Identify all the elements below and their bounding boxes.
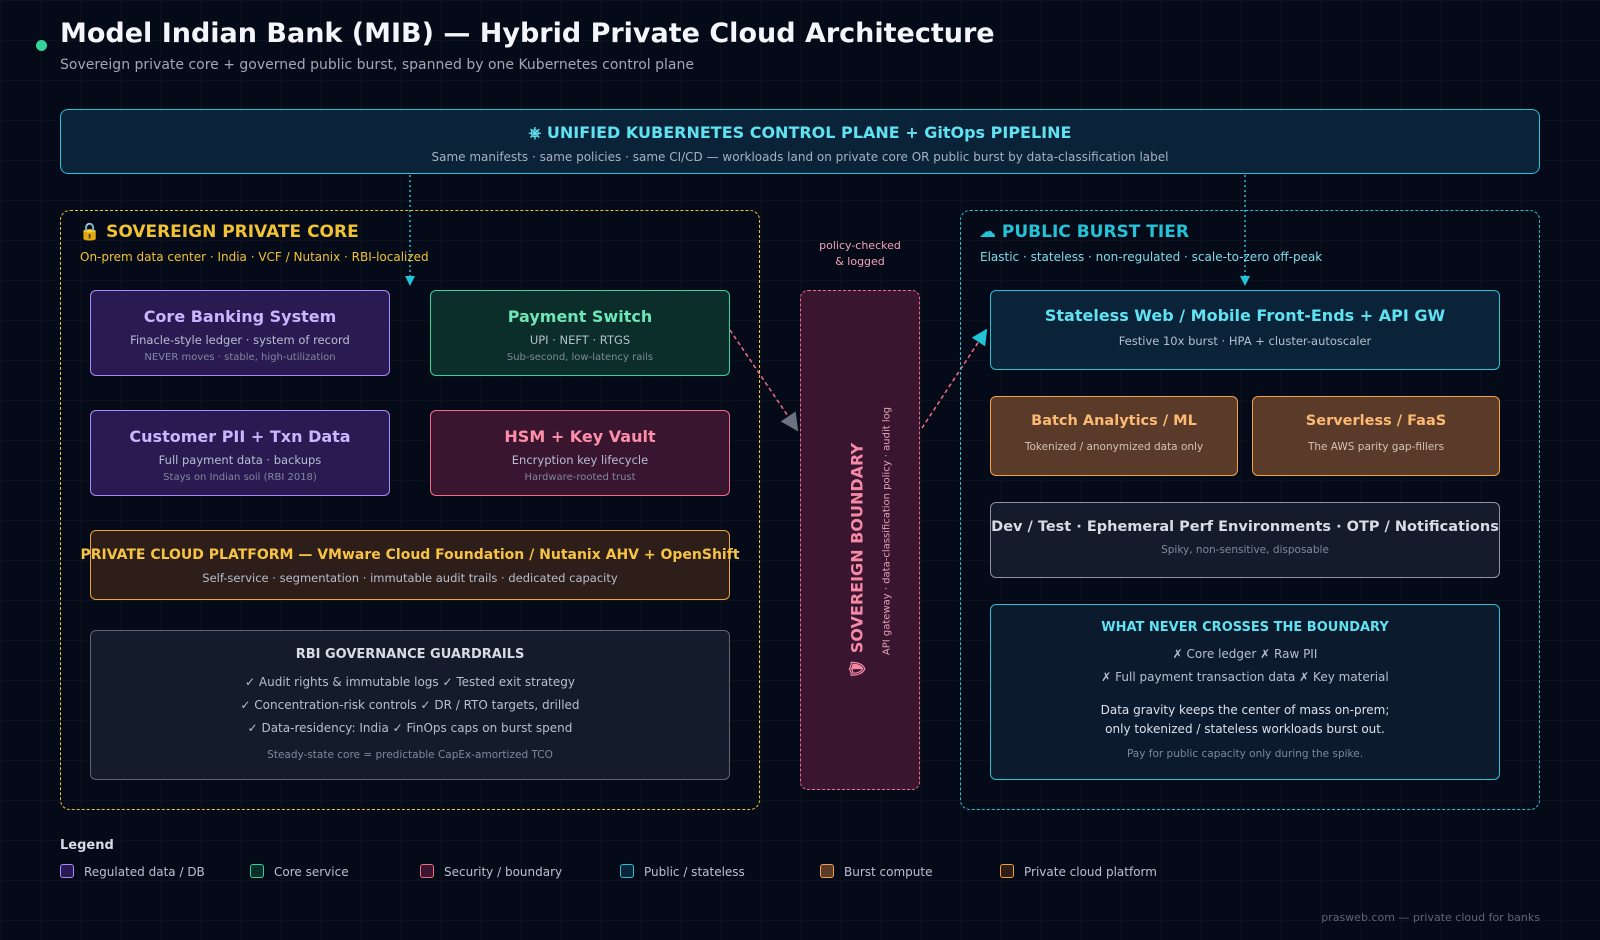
- core-banking-line1: Finacle-style ledger · system of record: [130, 333, 350, 347]
- legend-swatch-platform: [1000, 864, 1014, 878]
- never-cross-line3: Data gravity keeps the center of mass on…: [1100, 703, 1390, 717]
- page-subtitle: Sovereign private core + governed public…: [60, 57, 694, 73]
- control-plane-panel: ⎈ UNIFIED KUBERNETES CONTROL PLANE + Git…: [60, 109, 1540, 174]
- platform-title: PRIVATE CLOUD PLATFORM — VMware Cloud Fo…: [80, 547, 740, 563]
- devtest-title: Dev / Test · Ephemeral Perf Environments…: [991, 519, 1499, 535]
- payment-switch-box: Payment Switch UPI · NEFT · RTGS Sub-sec…: [430, 290, 730, 376]
- legend-swatch-regulated: [60, 864, 74, 878]
- serverless-title: Serverless / FaaS: [1305, 413, 1447, 429]
- control-plane-title: ⎈ UNIFIED KUBERNETES CONTROL PLANE + Git…: [528, 123, 1072, 142]
- hsm-key-vault-box: HSM + Key Vault Encryption key lifecycle…: [430, 410, 730, 496]
- never-cross-title: WHAT NEVER CROSSES THE BOUNDARY: [1101, 620, 1389, 635]
- governance-item: ✓ Data-residency: India ✓ FinOps caps on…: [247, 721, 573, 735]
- never-cross-line1: ✗ Core ledger ✗ Raw PII: [1172, 647, 1318, 661]
- boundary-subtitle: API gateway · data-classification policy…: [881, 406, 893, 656]
- never-cross-line4: only tokenized / stateless workloads bur…: [1105, 722, 1385, 736]
- batch-title: Batch Analytics / ML: [1031, 413, 1197, 429]
- serverless-line1: The AWS parity gap-fillers: [1307, 441, 1445, 453]
- serverless-faas-box: Serverless / FaaS The AWS parity gap-fil…: [1252, 396, 1500, 476]
- legend-label-platform: Private cloud platform: [1024, 865, 1157, 879]
- legend-title: Legend: [60, 838, 114, 853]
- core-banking-line2: NEVER moves · stable, high-utilization: [144, 352, 336, 363]
- governance-title: RBI GOVERNANCE GUARDRAILS: [295, 647, 525, 662]
- footer-credit: prasweb.com — private cloud for banks: [1321, 911, 1540, 924]
- rbi-governance-box: RBI GOVERNANCE GUARDRAILS ✓ Audit rights…: [90, 630, 730, 780]
- governance-item: ✓ Audit rights & immutable logs ✓ Tested…: [245, 675, 575, 689]
- legend-label-security: Security / boundary: [444, 865, 563, 879]
- batch-line1: Tokenized / anonymized data only: [1024, 441, 1204, 453]
- payment-switch-line1: UPI · NEFT · RTGS: [529, 333, 631, 347]
- platform-line1: Self-service · segmentation · immutable …: [202, 571, 618, 585]
- control-plane-subtitle: Same manifests · same policies · same CI…: [431, 150, 1169, 164]
- frontends-title: Stateless Web / Mobile Front-Ends + API …: [1044, 306, 1446, 325]
- sovereign-boundary-panel: 🛡 SOVEREIGN BOUNDARY API gateway · data-…: [800, 290, 920, 790]
- never-cross-line2: ✗ Full payment transaction data ✗ Key ma…: [1101, 670, 1389, 684]
- payment-switch-line2: Sub-second, low-latency rails: [506, 352, 654, 363]
- legend-label-regulated: Regulated data / DB: [84, 865, 205, 879]
- never-cross-footer: Pay for public capacity only during the …: [1126, 748, 1364, 760]
- page-title: Model Indian Bank (MIB) — Hybrid Private…: [60, 18, 995, 49]
- boundary-title: 🛡 SOVEREIGN BOUNDARY: [847, 442, 867, 680]
- hsm-line1: Encryption key lifecycle: [511, 453, 649, 467]
- private-core-title: 🔒 SOVEREIGN PRIVATE CORE: [79, 222, 359, 242]
- core-banking-title: Core Banking System: [143, 307, 337, 326]
- legend-label-public: Public / stateless: [644, 865, 745, 879]
- legend-swatch-security: [420, 864, 434, 878]
- never-crosses-boundary-box: WHAT NEVER CROSSES THE BOUNDARY ✗ Core l…: [990, 604, 1500, 780]
- policy-checked-label: policy-checked: [819, 239, 901, 252]
- legend-label-burst: Burst compute: [844, 865, 933, 879]
- customer-pii-title: Customer PII + Txn Data: [129, 427, 351, 446]
- private-core-subtitle: On-prem data center · India · VCF / Nuta…: [80, 250, 429, 264]
- public-tier-subtitle: Elastic · stateless · non-regulated · sc…: [980, 250, 1323, 264]
- public-tier-title: ☁ PUBLIC BURST TIER: [979, 222, 1189, 242]
- hsm-line2: Hardware-rooted trust: [524, 472, 636, 483]
- frontends-line1: Festive 10x burst · HPA + cluster-autosc…: [1118, 334, 1372, 348]
- customer-pii-line2: Stays on Indian soil (RBI 2018): [163, 472, 317, 483]
- legend-swatch-burst: [820, 864, 834, 878]
- batch-analytics-box: Batch Analytics / ML Tokenized / anonymi…: [990, 396, 1238, 476]
- payment-switch-title: Payment Switch: [507, 307, 653, 326]
- private-cloud-platform-box: PRIVATE CLOUD PLATFORM — VMware Cloud Fo…: [80, 530, 740, 600]
- customer-pii-line1: Full payment data · backups: [158, 453, 322, 467]
- legend-label-core-service: Core service: [274, 865, 349, 879]
- dev-test-box: Dev / Test · Ephemeral Perf Environments…: [990, 502, 1500, 578]
- title-dot-icon: [36, 40, 47, 51]
- stateless-frontends-box: Stateless Web / Mobile Front-Ends + API …: [990, 290, 1500, 370]
- policy-logged-label: & logged: [835, 255, 885, 268]
- legend-swatch-public: [620, 864, 634, 878]
- legend-swatch-core-service: [250, 864, 264, 878]
- customer-pii-box: Customer PII + Txn Data Full payment dat…: [90, 410, 390, 496]
- devtest-line1: Spiky, non-sensitive, disposable: [1161, 544, 1329, 556]
- core-banking-system-box: Core Banking System Finacle-style ledger…: [90, 290, 390, 376]
- governance-footer: Steady-state core = predictable CapEx-am…: [267, 749, 553, 761]
- governance-item: ✓ Concentration-risk controls ✓ DR / RTO…: [240, 698, 580, 712]
- hsm-title: HSM + Key Vault: [504, 427, 656, 446]
